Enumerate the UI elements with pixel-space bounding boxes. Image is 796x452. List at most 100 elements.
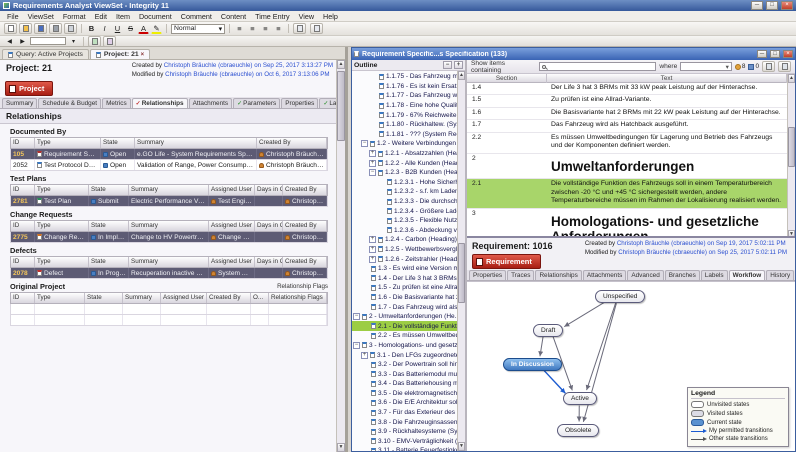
align-right-icon[interactable]: ≡	[260, 23, 271, 34]
scroll-up-icon[interactable]: ▲	[337, 60, 345, 69]
column-header-state[interactable]: State	[89, 257, 129, 267]
column-header-type[interactable]: Type	[35, 293, 85, 303]
text-column-header[interactable]: Text	[547, 74, 787, 83]
column-header-type[interactable]: Type	[35, 221, 89, 231]
column-header-state[interactable]: State	[89, 221, 129, 231]
tab-schedule-budget[interactable]: Schedule & Budget	[38, 98, 102, 108]
tree-item[interactable]: 1.7 - Das Fahrzeug wird als Hat...	[352, 302, 457, 312]
tree-item[interactable]: 3.4 - Das Batteriehousing muss...	[352, 379, 457, 389]
tree-item[interactable]: 1.1.79 - 67% Reichweite ver...	[352, 110, 457, 120]
tree-item[interactable]: 1.6 - Die Basisvariante hat 2 B...	[352, 293, 457, 303]
tree-item[interactable]: 3.3 - Das Batteriemodul muss n...	[352, 369, 457, 379]
scrollbar-thumb[interactable]	[788, 127, 795, 168]
save-icon[interactable]	[34, 23, 47, 34]
item-id-field[interactable]	[30, 37, 66, 45]
doc-maximize-button[interactable]: □	[770, 50, 780, 58]
column-header-assigned-user[interactable]: Assigned User	[209, 185, 255, 195]
column-header-type[interactable]: Type	[35, 138, 101, 148]
menu-help[interactable]: Help	[319, 12, 342, 21]
back-icon[interactable]: ◀	[4, 36, 15, 47]
req-tab-attachments[interactable]: Attachments	[582, 270, 627, 280]
workflow-state-unspecified[interactable]: Unspecified	[595, 290, 646, 303]
paragraph-style-dropdown[interactable]: Normal ▾	[171, 23, 225, 34]
collapse-icon[interactable]: −	[369, 169, 376, 177]
tree-item[interactable]: 3.6 - Die E/E Architektur soll die...	[352, 398, 457, 408]
column-header-summary[interactable]: Summary	[135, 138, 257, 148]
collapse-all-icon[interactable]: −	[443, 61, 452, 69]
table-row[interactable]: 2052 Test Protocol Docu... Open Validation …	[10, 160, 328, 171]
tree-item[interactable]: +1.2.1 - Absatzzahlen (Head...	[352, 149, 457, 159]
tree-item[interactable]: 3.2 - Der Powertrain soll hinrei...	[352, 360, 457, 370]
edit-count[interactable]: 0	[748, 63, 759, 70]
expand-icon[interactable]: +	[369, 159, 376, 167]
tree-item[interactable]: 1.2.3.2 - s.f. km Laden...	[352, 187, 457, 197]
tree-item[interactable]: 1.2.3.4 - Größere Ladefl...	[352, 206, 457, 216]
modified-user-link[interactable]: Christoph Bräuchle (cbraeuchle)	[618, 249, 707, 256]
tree-item[interactable]: − 2 - Umweltanforderungen (He...	[352, 312, 457, 322]
menu-content[interactable]: Content	[217, 12, 250, 21]
tab-metrics[interactable]: Metrics	[102, 98, 131, 108]
tree-item[interactable]: 1.1.78 - Eine hohe Qualität...	[352, 101, 457, 111]
column-header-id[interactable]: ID	[11, 138, 35, 148]
column-header-summary[interactable]: Summary	[123, 293, 161, 303]
tree-item[interactable]: − 1.2 - Weitere Verbindungen für...	[352, 139, 457, 149]
column-header-id[interactable]: ID	[11, 257, 35, 267]
tree-item[interactable]: 1.1.76 - Es ist kein Ersatzra...	[352, 82, 457, 92]
search-input[interactable]	[548, 63, 654, 70]
expand-icon[interactable]: +	[369, 255, 376, 263]
expand-icon[interactable]: +	[361, 351, 368, 359]
table-row[interactable]: 2775 Change Req... In Imple... Change to HV…	[10, 232, 328, 243]
insert-table-icon[interactable]	[310, 23, 323, 34]
column-header-days-in-current[interactable]: Days in Current...	[255, 257, 283, 267]
filter-icon[interactable]	[103, 35, 116, 47]
column-header-id[interactable]: ID	[11, 185, 35, 195]
scrollbar-thumb[interactable]	[337, 71, 345, 141]
strikethrough-icon[interactable]: S	[125, 23, 136, 34]
scroll-up-icon[interactable]: ▲	[458, 71, 465, 80]
column-header-type[interactable]: Type	[35, 257, 89, 267]
new-document-icon[interactable]	[4, 23, 17, 34]
doc-row[interactable]: 1.6 Die Basisvariante hat 2 BRMs mit 22 k…	[467, 108, 787, 121]
column-header-created-by[interactable]: Created By	[283, 221, 327, 231]
table-row[interactable]: 105 Requirement Specif... Open e.GO Life - …	[10, 149, 328, 160]
workflow-state-draft[interactable]: Draft	[533, 324, 564, 337]
req-tab-advanced[interactable]: Advanced	[627, 270, 664, 280]
scrollbar-thumb[interactable]	[458, 242, 465, 303]
scrollbar-track[interactable]	[788, 83, 795, 230]
tree-item[interactable]: 2.2 - Es müssen Umweltbedingu...	[352, 331, 457, 341]
menu-format[interactable]: Format	[59, 12, 90, 21]
tree-item[interactable]: +1.2.6 - Zeitstrahler (Heading)	[352, 254, 457, 264]
req-tab-branches[interactable]: Branches	[664, 270, 700, 280]
view-tab-project-21[interactable]: Project: 21 ×	[89, 49, 151, 59]
column-header-days-in-current[interactable]: Days in Current...	[255, 221, 283, 231]
tree-item[interactable]: 3.5 - Die elektromagnetische V...	[352, 389, 457, 399]
doc-minimize-button[interactable]: ─	[757, 50, 767, 58]
go-dropdown-icon[interactable]: ▾	[68, 36, 79, 47]
expand-all-icon[interactable]: +	[454, 61, 463, 69]
column-header-o[interactable]: O...	[251, 293, 269, 303]
column-header-created-by[interactable]: Created By	[207, 293, 251, 303]
column-header-summary[interactable]: Summary	[129, 257, 209, 267]
tree-item[interactable]: +1.2.5 - Wettbewerbsvergle...	[352, 245, 457, 255]
expand-icon[interactable]: +	[369, 150, 376, 158]
doc-row[interactable]: 2.1 Die vollständige Funktion des Fahrzeu…	[467, 179, 787, 209]
tree-item[interactable]: 1.3 - Es wird eine Version mit F...	[352, 264, 457, 274]
tab-summary[interactable]: Summary	[2, 98, 38, 108]
req-tab-workflow[interactable]: Workflow	[728, 270, 766, 280]
open-icon[interactable]	[19, 23, 32, 34]
document-window-titlebar[interactable]: Requirement Specific...s Specification (…	[352, 48, 795, 60]
column-header-summary[interactable]: Summary	[129, 185, 209, 195]
tree-item[interactable]: 1.1.77 - Das Fahrzeug wird e...	[352, 91, 457, 101]
menu-edit[interactable]: Edit	[91, 12, 111, 21]
collapse-icon[interactable]: −	[361, 140, 368, 148]
tab-relationships[interactable]: ✓ Relationships	[131, 98, 188, 108]
column-header-assigned-user[interactable]: Assigned User	[161, 293, 207, 303]
italic-icon[interactable]: I	[99, 23, 110, 34]
doc-row[interactable]: 2.2 Es müssen Umweltbedingungen für Lager…	[467, 133, 787, 154]
req-tab-traces[interactable]: Traces	[507, 270, 535, 280]
tab-properties[interactable]: Properties	[281, 98, 319, 108]
column-header-summary[interactable]: Summary	[129, 221, 209, 231]
tree-item[interactable]: 3.9 - Rückhaltesysteme (Sys...	[352, 427, 457, 437]
workflow-state-obsolete[interactable]: Obsolete	[557, 424, 600, 437]
modified-user-link[interactable]: Christoph Bräuchle (cbraeuchle)	[165, 71, 254, 78]
